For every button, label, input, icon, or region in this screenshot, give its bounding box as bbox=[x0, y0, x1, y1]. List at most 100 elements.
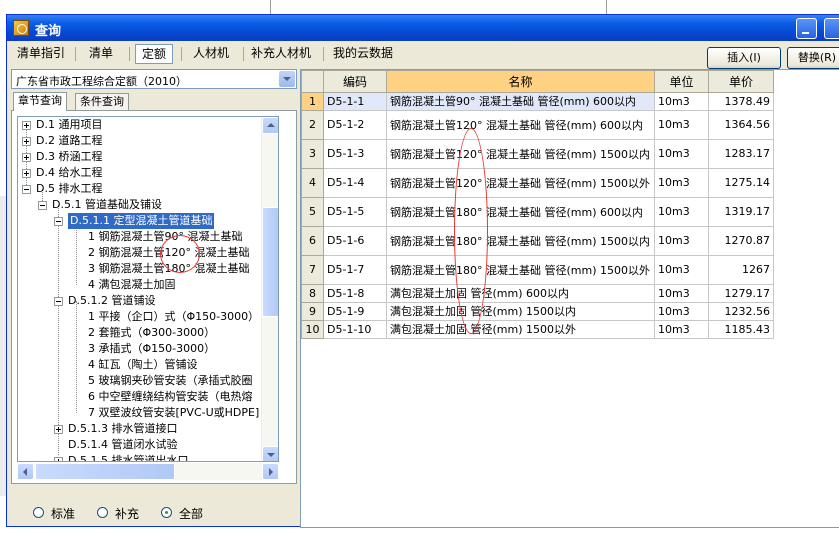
row-number: 4 bbox=[301, 168, 324, 198]
tree-vertical-scrollbar[interactable] bbox=[261, 117, 278, 461]
expand-icon[interactable] bbox=[22, 169, 31, 178]
chevron-down-icon[interactable] bbox=[279, 71, 295, 87]
tree-node-label: D.5 排水工程 bbox=[36, 182, 103, 195]
table-row[interactable]: 10 D5-1-10 满包混凝土加固 管径(mm) 1500以外 10m3 1185.4… bbox=[301, 320, 774, 339]
radio-standard-label[interactable]: 标准 bbox=[51, 505, 75, 522]
background-divider bbox=[606, 0, 607, 14]
tree-node-d3[interactable]: D.3 桥涵工程 bbox=[18, 149, 258, 165]
scroll-up-icon[interactable] bbox=[262, 117, 278, 134]
table-row[interactable]: 9 D5-1-9 满包混凝土加固 管径(mm) 1500以内 10m3 1232.56 bbox=[301, 302, 774, 321]
cell-price: 1232.56 bbox=[708, 302, 774, 321]
tree-leaf[interactable]: 4 缸瓦（陶土）管铺设 bbox=[18, 357, 278, 373]
column-header-code[interactable]: 编码 bbox=[323, 70, 387, 93]
cell-name: 钢筋混凝土管120° 混凝土基础 管径(mm) 600以内 bbox=[386, 110, 655, 140]
radio-all[interactable] bbox=[161, 507, 172, 518]
cell-name: 满包混凝土加固 管径(mm) 1500以外 bbox=[386, 320, 655, 339]
chapter-tree: D.1 通用项目 D.2 道路工程 D.3 桥涵工程 D.4 给水工程 D.5 … bbox=[17, 116, 279, 462]
tree-leaf[interactable]: 2 套箍式（Φ300-3000） bbox=[18, 325, 278, 341]
tree-leaf[interactable]: 5 玻璃钢夹砂管安装（承插式胶圈 bbox=[18, 373, 278, 389]
table-row[interactable]: 5 D5-1-5 钢筋混凝土管180° 混凝土基础 管径(mm) 600以内 10m3… bbox=[301, 197, 774, 227]
tab-bill-guide[interactable]: 清单指引 bbox=[11, 44, 71, 64]
chapter-tree-frame: D.1 通用项目 D.2 道路工程 D.3 桥涵工程 D.4 给水工程 D.5 … bbox=[11, 110, 297, 484]
table-row[interactable]: 8 D5-1-8 满包混凝土加固 管径(mm) 600以内 10m3 1279.17 bbox=[301, 284, 774, 303]
expand-icon[interactable] bbox=[54, 425, 63, 434]
tree-node-d5-1[interactable]: D.5.1 管道基础及铺设 bbox=[18, 197, 258, 213]
tree-leaf[interactable]: 4 满包混凝土加固 bbox=[18, 277, 278, 293]
tree-leaf[interactable]: 3 钢筋混凝土管180° 混凝土基础 bbox=[18, 261, 278, 277]
tree-leaf[interactable]: 2 钢筋混凝土管120° 混凝土基础 bbox=[18, 245, 278, 261]
radio-all-label[interactable]: 全部 bbox=[179, 505, 203, 522]
scroll-thumb[interactable] bbox=[35, 463, 175, 480]
tree-node-d5-1-4[interactable]: D.5.1.4 管道闭水试验 bbox=[18, 437, 278, 453]
quota-library-select[interactable]: 广东省市政工程综合定额（2010） bbox=[11, 69, 297, 89]
collapse-icon[interactable] bbox=[22, 185, 31, 194]
tree-node-label: 1 平接（企口）式（Φ150-3000） bbox=[88, 310, 260, 323]
radio-standard[interactable] bbox=[33, 507, 44, 518]
tree-node-d5-1-5[interactable]: D.5.1.5 排水管道出水口 bbox=[18, 453, 278, 461]
tree-node-d4[interactable]: D.4 给水工程 bbox=[18, 165, 258, 181]
table-row[interactable]: 2 D5-1-2 钢筋混凝土管120° 混凝土基础 管径(mm) 600以内 10m3… bbox=[301, 110, 774, 140]
tree-leaf[interactable]: 1 平接（企口）式（Φ150-3000） bbox=[18, 309, 278, 325]
row-number: 8 bbox=[301, 284, 324, 303]
tab-separator bbox=[75, 47, 76, 61]
replace-button[interactable]: 替换(R) bbox=[787, 47, 839, 69]
scroll-left-icon[interactable] bbox=[17, 463, 34, 480]
tree-node-d2[interactable]: D.2 道路工程 bbox=[18, 133, 258, 149]
column-header-name[interactable]: 名称 bbox=[386, 70, 655, 93]
scroll-right-icon[interactable] bbox=[262, 463, 279, 480]
tree-node-d1[interactable]: D.1 通用项目 bbox=[18, 117, 258, 133]
tab-my-cloud-data[interactable]: 我的云数据 bbox=[327, 44, 399, 64]
tab-bill[interactable]: 清单 bbox=[83, 44, 119, 64]
radio-supplement-label[interactable]: 补充 bbox=[115, 505, 139, 522]
tab-quota[interactable]: 定额 bbox=[135, 44, 174, 64]
column-header-price[interactable]: 单价 bbox=[708, 70, 774, 93]
cell-code: D5-1-1 bbox=[323, 92, 387, 111]
tab-supplement-materials[interactable]: 补充人材机 bbox=[245, 44, 317, 64]
table-row[interactable]: 6 D5-1-6 钢筋混凝土管180° 混凝土基础 管径(mm) 1500以内 10m… bbox=[301, 226, 774, 256]
table-row[interactable]: 1 D5-1-1 钢筋混凝土管90° 混凝土基础 管径(mm) 600以内 10m3 1… bbox=[301, 92, 774, 111]
tab-chapter-query[interactable]: 章节查询 bbox=[13, 92, 67, 111]
radio-supplement[interactable] bbox=[97, 507, 108, 518]
cell-code: D5-1-10 bbox=[323, 320, 387, 339]
row-number: 10 bbox=[301, 320, 324, 339]
tree-node-d5-1-2[interactable]: D.5.1.2 管道铺设 bbox=[18, 293, 278, 309]
tree-leaf[interactable]: 6 中空壁缠绕结构管安装（电热熔 bbox=[18, 389, 278, 405]
expand-icon[interactable] bbox=[22, 121, 31, 130]
tab-condition-query[interactable]: 条件查询 bbox=[75, 93, 129, 110]
expand-icon[interactable] bbox=[22, 153, 31, 162]
tab-materials[interactable]: 人材机 bbox=[187, 44, 235, 64]
tree-leaf[interactable]: 1 钢筋混凝土管90° 混凝土基础 bbox=[18, 229, 278, 245]
cell-price: 1319.17 bbox=[708, 197, 774, 227]
tree-node-d5-1-1[interactable]: D.5.1.1 定型混凝土管道基础 bbox=[18, 213, 278, 229]
top-tabs: 清单指引 清单 定额 人材机 补充人材机 我的云数据 插入(I) 替换(R) bbox=[7, 43, 839, 69]
cell-name: 满包混凝土加固 管径(mm) 1500以内 bbox=[386, 302, 655, 321]
expand-icon[interactable] bbox=[22, 137, 31, 146]
expand-icon[interactable] bbox=[54, 457, 63, 461]
quota-table: 编码 名称 单位 单价 1 D5-1-1 钢筋混凝土管90° 混凝土基础 管径(mm… bbox=[301, 70, 774, 339]
tree-node-label: 6 中空壁缠绕结构管安装（电热熔 bbox=[88, 390, 253, 403]
title-bar[interactable]: 查询 bbox=[7, 15, 839, 41]
collapse-icon[interactable] bbox=[38, 201, 47, 210]
insert-button[interactable]: 插入(I) bbox=[707, 47, 781, 69]
cell-price: 1275.14 bbox=[708, 168, 774, 198]
table-row[interactable]: 7 D5-1-7 钢筋混凝土管180° 混凝土基础 管径(mm) 1500以外 10m… bbox=[301, 255, 774, 285]
scroll-down-icon[interactable] bbox=[262, 446, 278, 461]
tree-horizontal-scrollbar[interactable] bbox=[17, 463, 279, 480]
row-number-header bbox=[301, 70, 324, 93]
tree-node-d5[interactable]: D.5 排水工程 bbox=[18, 181, 258, 197]
maximize-button[interactable] bbox=[824, 18, 839, 39]
tree-leaf[interactable]: 3 承插式（Φ150-3000） bbox=[18, 341, 278, 357]
tree-leaf[interactable]: 7 双壁波纹管安装[PVC-U或HDPE] bbox=[18, 405, 278, 421]
tree-node-label: D.5.1 管道基础及铺设 bbox=[52, 198, 162, 211]
tree-node-d5-1-3[interactable]: D.5.1.3 排水管道接口 bbox=[18, 421, 278, 437]
minimize-button[interactable] bbox=[796, 18, 817, 39]
collapse-icon[interactable] bbox=[54, 297, 63, 306]
scroll-thumb[interactable] bbox=[262, 207, 278, 317]
column-header-unit[interactable]: 单位 bbox=[654, 70, 709, 93]
cell-unit: 10m3 bbox=[654, 110, 709, 140]
table-row[interactable]: 4 D5-1-4 钢筋混凝土管120° 混凝土基础 管径(mm) 1500以外 10m… bbox=[301, 168, 774, 198]
cell-code: D5-1-8 bbox=[323, 284, 387, 303]
table-row[interactable]: 3 D5-1-3 钢筋混凝土管120° 混凝土基础 管径(mm) 1500以内 10m… bbox=[301, 139, 774, 169]
cell-price: 1378.49 bbox=[708, 92, 774, 111]
collapse-icon[interactable] bbox=[54, 217, 63, 226]
